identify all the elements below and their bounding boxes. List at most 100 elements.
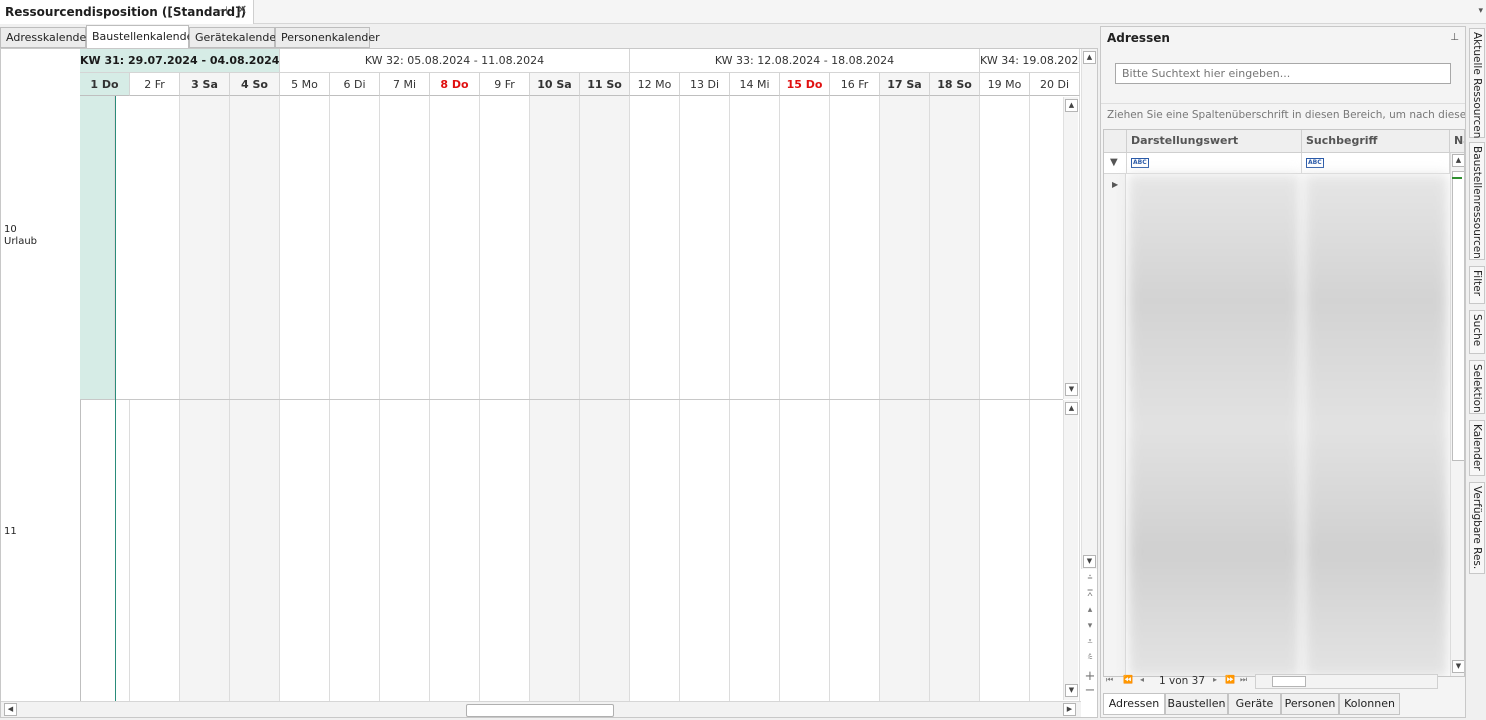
day-cell[interactable]: [430, 96, 480, 399]
grid-horizontal-scrollbar[interactable]: [1255, 674, 1438, 689]
day-header[interactable]: 14 Mi: [730, 73, 780, 96]
document-tab[interactable]: Ressourcendisposition ([Standard]) ⊣ ✕: [0, 0, 254, 24]
day-header[interactable]: 20 Di: [1030, 73, 1080, 96]
scroll-down-icon[interactable]: ▼: [1065, 383, 1078, 396]
day-header[interactable]: 7 Mi: [380, 73, 430, 96]
prev-page-icon[interactable]: ◂: [1140, 675, 1144, 684]
day-cell[interactable]: [530, 400, 580, 702]
sidebar-tab[interactable]: Verfügbare Res.: [1469, 482, 1485, 574]
day-cell[interactable]: [880, 400, 930, 702]
tab-gerätekalender[interactable]: Gerätekalender: [189, 27, 281, 48]
day-cell[interactable]: [630, 96, 680, 399]
collapse-all-icon[interactable]: ⩯: [1084, 653, 1096, 663]
day-cell[interactable]: [180, 96, 230, 399]
day-header[interactable]: 6 Di: [330, 73, 380, 96]
day-cell[interactable]: [380, 400, 430, 702]
day-header[interactable]: 19 Mo: [980, 73, 1030, 96]
scroll-up-icon[interactable]: ▲: [1065, 402, 1078, 415]
day-cell[interactable]: [380, 96, 430, 399]
next-page-icon[interactable]: ▸: [1213, 675, 1217, 684]
filter-cell-darstellungswert[interactable]: ABC: [1127, 153, 1302, 174]
filter-cell-suchbegriff[interactable]: ABC: [1302, 153, 1450, 174]
scroll-up-icon[interactable]: ▲: [1065, 99, 1078, 112]
day-cell[interactable]: [480, 96, 530, 399]
day-header[interactable]: 8 Do: [430, 73, 480, 96]
bottom-tab-kolonnen[interactable]: Kolonnen: [1339, 693, 1400, 715]
day-cell[interactable]: [330, 96, 380, 399]
day-cell[interactable]: [680, 400, 730, 702]
day-cell[interactable]: [80, 96, 115, 399]
pin-icon[interactable]: ⊥: [1450, 32, 1459, 43]
scroll-thumb[interactable]: [1272, 676, 1306, 687]
search-input[interactable]: [1115, 63, 1451, 84]
scroll-right-icon[interactable]: ▶: [1063, 703, 1076, 716]
scroll-down-icon[interactable]: ▼: [1452, 660, 1464, 673]
day-header[interactable]: 15 Do: [780, 73, 830, 96]
expand-icon[interactable]: ⩞: [1084, 589, 1096, 599]
sidebar-tab[interactable]: Kalender: [1469, 420, 1485, 476]
prev-page-fast-icon[interactable]: ⏪: [1123, 675, 1133, 684]
day-header[interactable]: 18 So: [930, 73, 980, 96]
grid-vertical-scrollbar[interactable]: ▲ ▼: [1450, 153, 1464, 676]
sidebar-tab[interactable]: Filter: [1469, 266, 1485, 304]
scroll-up-icon[interactable]: ▲: [1083, 51, 1096, 64]
scroll-down-icon[interactable]: ▼: [1065, 684, 1078, 697]
scroll-thumb[interactable]: [1452, 171, 1464, 461]
day-header[interactable]: 3 Sa: [180, 73, 230, 96]
day-cell[interactable]: [80, 400, 130, 702]
day-cell[interactable]: [630, 400, 680, 702]
step-down-icon[interactable]: ▾: [1084, 621, 1096, 631]
zoom-in-icon[interactable]: +: [1084, 669, 1096, 684]
zoom-out-icon[interactable]: −: [1084, 683, 1096, 698]
day-header[interactable]: 9 Fr: [480, 73, 530, 96]
column-header-name[interactable]: Na: [1450, 130, 1464, 153]
day-cell[interactable]: [130, 400, 180, 702]
day-cell[interactable]: [830, 96, 880, 399]
first-page-icon[interactable]: ⏮: [1106, 675, 1113, 685]
tab-baustellenkalender[interactable]: Baustellenkalender: [86, 25, 198, 49]
vertical-scrollbar-row-2[interactable]: ▲ ▼: [1063, 400, 1078, 700]
day-cell[interactable]: [730, 400, 780, 702]
filter-cell-indicator[interactable]: ▼: [1104, 153, 1127, 174]
bottom-tab-adressen[interactable]: Adressen: [1103, 693, 1165, 715]
bottom-tab-personen[interactable]: Personen: [1281, 693, 1339, 715]
day-cell[interactable]: [730, 96, 780, 399]
day-cell[interactable]: [680, 96, 730, 399]
scroll-thumb[interactable]: [466, 704, 614, 717]
expand-all-icon[interactable]: ⩮: [1084, 573, 1096, 583]
day-header[interactable]: 12 Mo: [630, 73, 680, 96]
step-up-icon[interactable]: ▴: [1084, 605, 1096, 615]
main-vertical-scrollbar[interactable]: ▲ ▼: [1081, 49, 1097, 569]
day-cell[interactable]: [580, 400, 630, 702]
day-cell[interactable]: [980, 400, 1030, 702]
sidebar-tab[interactable]: Suche: [1469, 310, 1485, 354]
sidebar-tab[interactable]: Selektion: [1469, 360, 1485, 414]
day-cell[interactable]: [980, 96, 1030, 399]
sidebar-tab[interactable]: Baustellenressourcen: [1469, 142, 1485, 260]
bottom-tab-baustellen[interactable]: Baustellen: [1165, 693, 1228, 715]
last-page-icon[interactable]: ⏭: [1240, 675, 1247, 685]
day-header[interactable]: 11 So: [580, 73, 630, 96]
day-cell[interactable]: [830, 400, 880, 702]
column-header-darstellungswert[interactable]: Darstellungswert: [1127, 130, 1302, 153]
day-cell[interactable]: [130, 96, 180, 399]
next-page-fast-icon[interactable]: ⏩: [1225, 675, 1235, 684]
column-header-suchbegriff[interactable]: Suchbegriff: [1302, 130, 1450, 153]
bottom-tab-geräte[interactable]: Geräte: [1228, 693, 1281, 715]
horizontal-scrollbar[interactable]: ◀ ▶: [1, 701, 1081, 717]
sidebar-tab[interactable]: Aktuelle Ressourcen: [1469, 28, 1485, 138]
chevron-down-icon[interactable]: ▾: [1478, 6, 1483, 16]
day-cell[interactable]: [930, 96, 980, 399]
day-header[interactable]: 2 Fr: [130, 73, 180, 96]
day-cell[interactable]: [280, 96, 330, 399]
tab-adresskalender[interactable]: Adresskalender: [0, 27, 91, 48]
pin-icon[interactable]: ⊣: [216, 4, 230, 18]
day-cell[interactable]: [780, 96, 830, 399]
day-header[interactable]: 5 Mo: [280, 73, 330, 96]
day-cell[interactable]: [430, 400, 480, 702]
day-cell[interactable]: [780, 400, 830, 702]
day-cell[interactable]: [230, 96, 280, 399]
day-cell[interactable]: [480, 400, 530, 702]
scroll-down-icon[interactable]: ▼: [1083, 555, 1096, 568]
day-header[interactable]: 10 Sa: [530, 73, 580, 96]
